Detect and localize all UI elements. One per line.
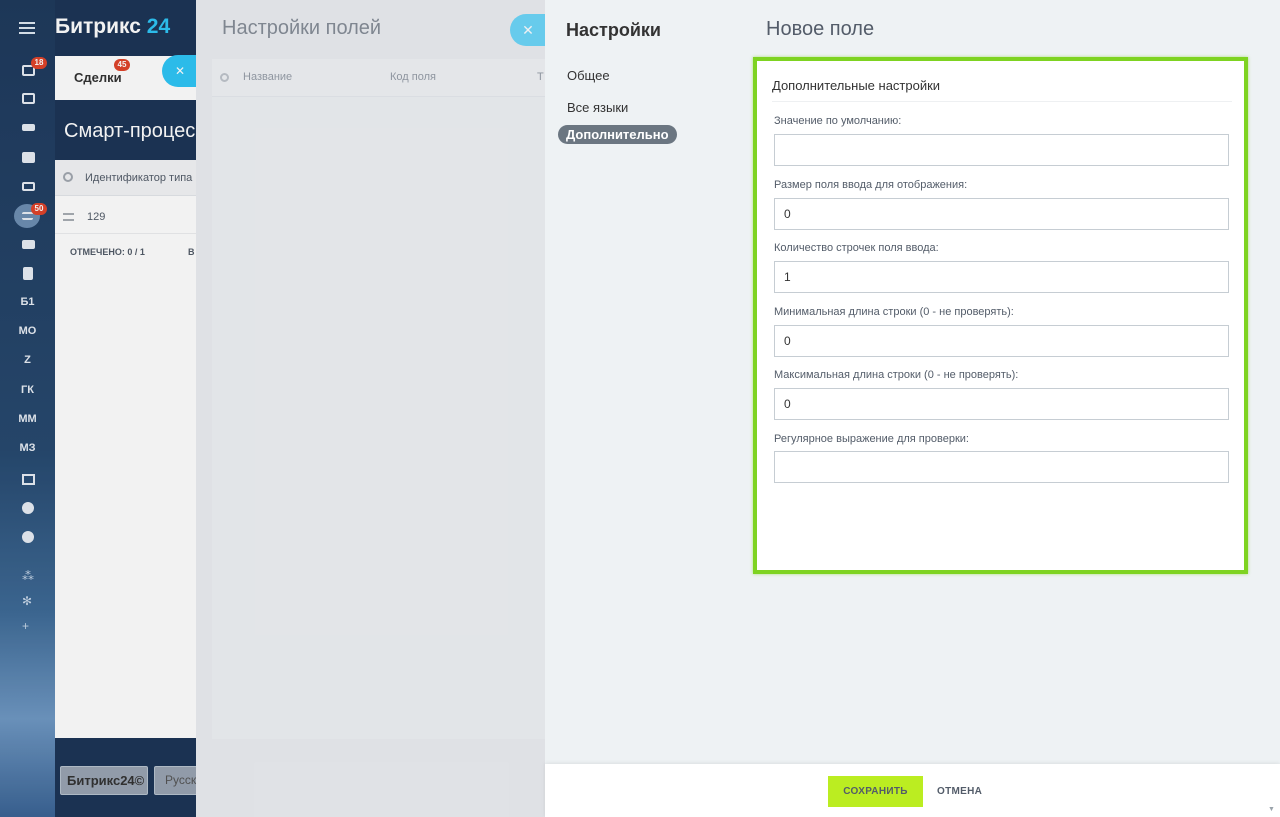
section-title: Дополнительные настройки	[772, 78, 941, 93]
cancel-button[interactable]: ОТМЕНА	[937, 776, 982, 807]
min-length-input[interactable]	[774, 325, 1229, 357]
input-size-label: Размер поля ввода для отображения:	[774, 179, 968, 191]
regex-label: Регулярное выражение для проверки:	[774, 433, 969, 445]
max-length-input[interactable]	[774, 388, 1229, 420]
rows-count-input[interactable]	[774, 261, 1229, 293]
save-button[interactable]: СОХРАНИТЬ	[828, 776, 923, 807]
overlay	[0, 0, 196, 817]
nav-item-general[interactable]: Общее	[567, 68, 610, 83]
overlay	[196, 0, 545, 817]
rows-count-label: Количество строчек поля ввода:	[774, 242, 939, 254]
nav-item-additional[interactable]: Дополнительно	[558, 125, 677, 144]
default-value-input[interactable]	[774, 134, 1229, 166]
input-size-input[interactable]	[774, 198, 1229, 230]
slider-footer: СОХРАНИТЬ ОТМЕНА	[545, 764, 1280, 817]
regex-input[interactable]	[774, 451, 1229, 483]
settings-nav-title: Настройки	[566, 20, 661, 40]
new-field-slider: Настройки Общее Все языки Дополнительно …	[545, 0, 1280, 817]
divider	[772, 101, 1232, 102]
page-title: Новое поле	[766, 18, 875, 40]
min-length-label: Минимальная длина строки (0 - не проверя…	[774, 306, 1014, 318]
nav-item-all-languages[interactable]: Все языки	[567, 100, 628, 115]
max-length-label: Максимальная длина строки (0 - не провер…	[774, 369, 1019, 381]
scroll-down-icon[interactable]: ▼	[1268, 806, 1276, 814]
additional-settings-card: Дополнительные настройки Значение по умо…	[753, 57, 1248, 574]
default-value-label: Значение по умолчанию:	[774, 115, 902, 127]
